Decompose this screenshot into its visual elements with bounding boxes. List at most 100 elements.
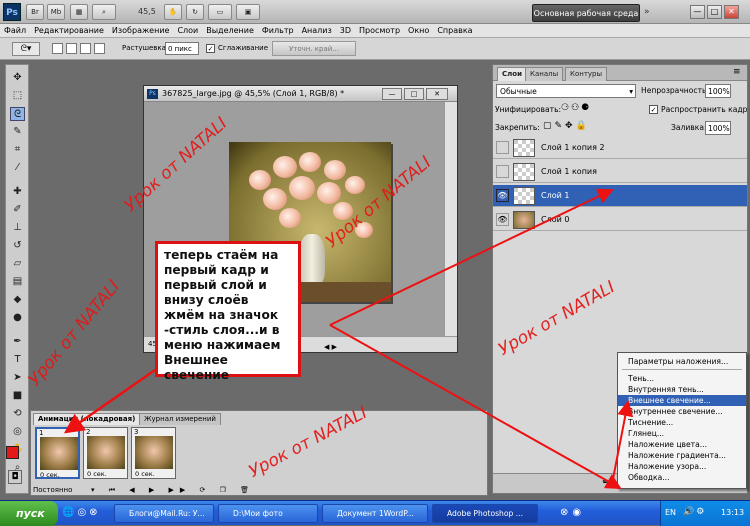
menu-view[interactable]: Просмотр [355, 24, 404, 38]
task-word-document[interactable]: Документ 1WordP... [322, 504, 428, 523]
eyedropper-tool-icon[interactable]: ⁄ [10, 161, 25, 175]
crop-tool-icon[interactable]: ⌗ [10, 143, 25, 157]
extras-button[interactable]: ▦ [70, 4, 88, 20]
frame-delay[interactable]: 0 сек. [135, 470, 155, 478]
healing-brush-tool-icon[interactable]: ✚ [10, 185, 25, 199]
menu-file[interactable]: Файл [0, 24, 30, 38]
task-my-photos[interactable]: D:\Мои фото [218, 504, 318, 523]
zoom-level[interactable]: 45,5 [138, 7, 156, 16]
gradient-tool-icon[interactable]: ▤ [10, 275, 25, 289]
blend-mode-select[interactable]: Обычные ▾ [496, 84, 636, 98]
layer-row-selected[interactable]: 👁 Слой 1 [493, 185, 747, 207]
arrange-documents-button[interactable]: ▭ [208, 4, 232, 20]
lasso-tool-icon[interactable]: ᘓ [10, 107, 25, 121]
visibility-toggle[interactable] [496, 165, 509, 178]
maximize-button[interactable]: □ [707, 5, 722, 19]
menu-item-color-overlay[interactable]: Наложение цвета... [618, 439, 746, 450]
new-selection-mode[interactable] [52, 43, 63, 54]
quick-select-tool-icon[interactable]: ✎ [10, 125, 25, 139]
loop-select[interactable]: Постоянно [33, 486, 72, 494]
extra-task-icons[interactable]: ⊗◉ [560, 507, 585, 518]
animation-frame[interactable]: 2 0 сек. [83, 427, 128, 479]
minimize-button[interactable]: — [690, 5, 705, 19]
foreground-color-swatch[interactable] [6, 446, 19, 459]
opacity-input[interactable]: 100% [705, 84, 731, 98]
quick-launch-icons[interactable]: 🌐◎⊗ [62, 507, 101, 518]
layer-row[interactable]: Слой 1 копия [493, 161, 747, 183]
type-tool-icon[interactable]: T [10, 353, 25, 367]
lasso-preset-picker[interactable]: ᘓ▾ [12, 42, 40, 56]
lock-icons[interactable]: ▢✎✥🔒 [543, 121, 590, 131]
add-selection-mode[interactable] [66, 43, 77, 54]
refine-edge-button[interactable]: Уточн. край... [272, 41, 356, 56]
menu-item-blending-options[interactable]: Параметры наложения... [618, 356, 746, 367]
menu-window[interactable]: Окно [404, 24, 433, 38]
menu-layers[interactable]: Слои [173, 24, 202, 38]
dodge-tool-icon[interactable]: ● [10, 311, 25, 325]
menu-3d[interactable]: 3D [336, 24, 355, 38]
playback-controls[interactable]: ▾ ⏮ ◀ ▶ ▶▶ ⟳ ❐ 🗑 [91, 485, 255, 495]
clone-stamp-tool-icon[interactable]: ⊥ [10, 221, 25, 235]
antialias-checkbox[interactable]: ✓ [206, 44, 215, 53]
menu-image[interactable]: Изображение [108, 24, 174, 38]
menu-item-pattern-overlay[interactable]: Наложение узора... [618, 461, 746, 472]
rotate-view-button[interactable]: ↻ [186, 4, 204, 20]
vertical-scrollbar[interactable] [444, 102, 457, 336]
zoom-level-button[interactable]: ⌕ [92, 4, 116, 20]
bridge-button[interactable]: Br [26, 4, 44, 20]
unify-icons[interactable]: ⚆⚇⚈ [561, 103, 591, 113]
pen-tool-icon[interactable]: ✒ [10, 335, 25, 349]
close-button[interactable]: ✕ [724, 5, 739, 19]
tab-channels[interactable]: Каналы [525, 67, 564, 81]
menu-item-inner-shadow[interactable]: Внутренняя тень... [618, 384, 746, 395]
animation-frame[interactable]: 1 0 сек. [35, 427, 80, 479]
menu-item-satin[interactable]: Глянец... [618, 428, 746, 439]
doc-minimize-button[interactable]: — [382, 88, 402, 100]
history-brush-tool-icon[interactable]: ↺ [10, 239, 25, 253]
menu-item-bevel-emboss[interactable]: Тиснение... [618, 417, 746, 428]
tab-paths[interactable]: Контуры [565, 67, 608, 81]
3d-orbit-tool-icon[interactable]: ◎ [10, 425, 25, 439]
eraser-tool-icon[interactable]: ▱ [10, 257, 25, 271]
eye-icon[interactable]: 👁 [496, 189, 509, 202]
task-mail-blogs[interactable]: Блоги@Mail.Ru: У... [114, 504, 214, 523]
layer-row[interactable]: 👁 Слой 0 [493, 209, 747, 231]
menu-item-stroke[interactable]: Обводка... [618, 472, 746, 483]
doc-close-button[interactable]: ✕ [426, 88, 448, 100]
hand-tool-button[interactable]: ✋ [164, 4, 182, 20]
visibility-toggle[interactable] [496, 141, 509, 154]
blur-tool-icon[interactable]: ◆ [10, 293, 25, 307]
scroll-arrows[interactable]: ◀ ▶ [324, 340, 337, 355]
tab-layers[interactable]: Слои [497, 67, 527, 81]
workspace-more-icon[interactable]: » [644, 7, 650, 17]
tray-icons[interactable]: 🔊⚙ [683, 507, 706, 517]
feather-input[interactable]: 0 пикс [165, 42, 199, 55]
menu-edit[interactable]: Редактирование [30, 24, 108, 38]
shape-tool-icon[interactable]: ■ [10, 389, 25, 403]
frame-delay[interactable]: 0 сек. [87, 470, 107, 478]
path-select-tool-icon[interactable]: ➤ [10, 371, 25, 385]
language-indicator[interactable]: EN [665, 508, 676, 517]
screen-mode-button[interactable]: ▣ [236, 4, 260, 20]
link-layers-icon[interactable]: ⚭ [601, 477, 609, 488]
eye-icon[interactable]: 👁 [496, 213, 509, 226]
start-button[interactable]: пуск [0, 501, 58, 526]
tab-measurement-log[interactable]: Журнал измерений [139, 413, 221, 425]
quick-mask-icon[interactable]: ◘ [8, 470, 22, 484]
panel-menu-icon[interactable]: ≡ [733, 67, 741, 77]
task-photoshop[interactable]: Adobe Photoshop ... [432, 504, 538, 523]
mini-bridge-button[interactable]: Mb [47, 4, 65, 20]
propagate-checkbox[interactable]: ✓ [649, 105, 658, 114]
brush-tool-icon[interactable]: ✐ [10, 203, 25, 217]
menu-item-outer-glow[interactable]: Внешнее свечение... [618, 395, 746, 406]
move-tool-icon[interactable]: ✥ [10, 71, 25, 85]
doc-maximize-button[interactable]: □ [404, 88, 424, 100]
animation-frame[interactable]: 3 0 сек. [131, 427, 176, 479]
fill-input[interactable]: 100% [705, 121, 731, 135]
tab-animation[interactable]: Анимация (покадровая) [33, 413, 141, 425]
menu-filter[interactable]: Фильтр [258, 24, 298, 38]
frame-delay[interactable]: 0 сек. [40, 471, 60, 479]
menu-item-inner-glow[interactable]: Внутреннее свечение... [618, 406, 746, 417]
3d-rotate-tool-icon[interactable]: ⟲ [10, 407, 25, 421]
menu-analysis[interactable]: Анализ [298, 24, 336, 38]
